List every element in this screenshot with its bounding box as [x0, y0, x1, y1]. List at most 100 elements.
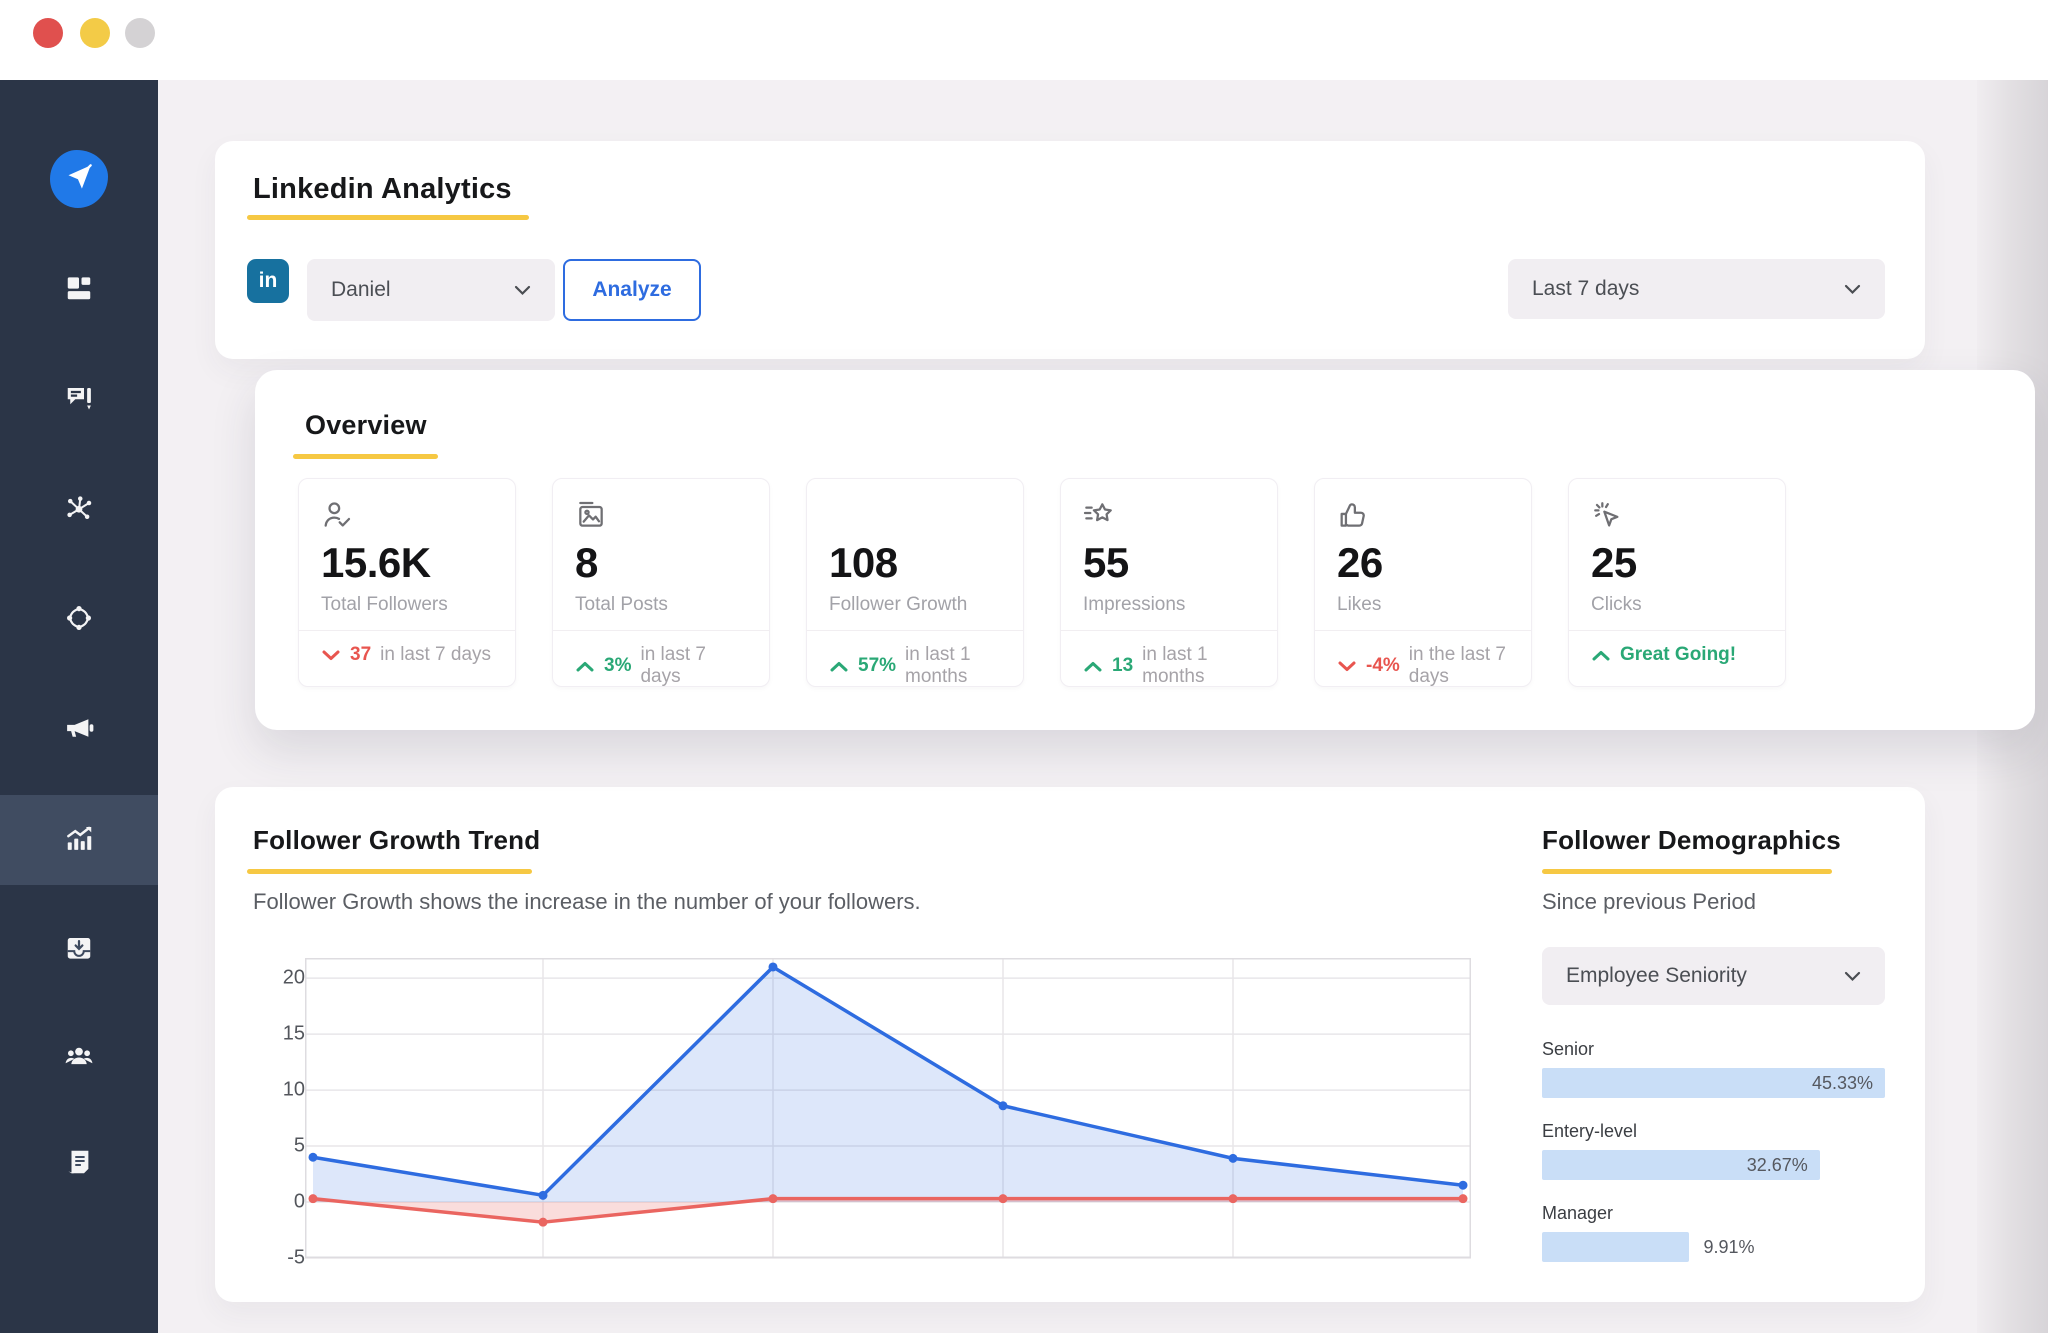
- stat-card-clicks[interactable]: 25 Clicks Great Going!: [1568, 478, 1786, 687]
- sidebar-item-team[interactable]: [0, 1026, 158, 1090]
- period-select-value: Last 7 days: [1532, 277, 1639, 301]
- linkedin-badge: in: [247, 259, 289, 303]
- dashboard-icon: [64, 273, 94, 308]
- demo-label: Senior: [1542, 1039, 1885, 1060]
- chevron-down-icon: [1844, 971, 1861, 982]
- delta-value: Great Going!: [1620, 644, 1736, 666]
- stat-card-total-followers[interactable]: 15.6K Total Followers 37 in last 7 days: [298, 478, 516, 687]
- demo-value: 32.67%: [1542, 1150, 1820, 1180]
- trend-arrow-icon: [1591, 649, 1611, 662]
- inbox-icon: [64, 933, 94, 968]
- stat-cards-row: 15.6K Total Followers 37 in last 7 days …: [298, 478, 1786, 687]
- seniority-select[interactable]: Employee Seniority: [1542, 947, 1885, 1005]
- delta-suffix: in the last 7 days: [1409, 644, 1509, 688]
- delta-suffix: in last 7 days: [640, 644, 747, 688]
- stat-delta: 37 in last 7 days: [321, 644, 493, 666]
- network-icon: [64, 493, 94, 528]
- delta-value: -4%: [1366, 655, 1400, 677]
- demo-bar: 9.91%: [1542, 1232, 1689, 1262]
- demo-value: 45.33%: [1542, 1068, 1885, 1098]
- close-window-button[interactable]: [33, 18, 63, 48]
- sidebar-item-connections[interactable]: [0, 478, 158, 542]
- analyze-button[interactable]: Analyze: [563, 259, 701, 321]
- header-card: Linkedin Analytics in Daniel Analyze Las…: [215, 141, 1925, 359]
- stat-label: Total Posts: [575, 594, 747, 616]
- divider: [1315, 630, 1531, 631]
- follower-growth-card: Follower Growth Trend Follower Growth sh…: [215, 787, 1925, 1302]
- stat-label: Follower Growth: [829, 594, 1001, 616]
- stat-card-impressions[interactable]: 55 Impressions 13 in last 1 months: [1060, 478, 1278, 687]
- demographics-title-underline: [1542, 869, 1832, 874]
- analytics-icon: [64, 823, 94, 858]
- stat-value: 55: [1083, 539, 1255, 587]
- demographics-section: Follower Demographics Since previous Per…: [1542, 787, 1885, 1302]
- trend-arrow-icon: [1083, 660, 1103, 673]
- cursor-click-icon: [1591, 499, 1623, 531]
- y-axis-tick: 15: [283, 1023, 305, 1046]
- follower-growth-chart[interactable]: [305, 958, 1471, 1258]
- no-icon: [829, 499, 861, 531]
- stat-label: Clicks: [1591, 594, 1763, 616]
- sidebar-item-posts[interactable]: [0, 368, 158, 432]
- stat-card-likes[interactable]: 26 Likes -4% in the last 7 days: [1314, 478, 1532, 687]
- demo-bar: 32.67%: [1542, 1150, 1820, 1180]
- delta-value: 37: [350, 644, 371, 666]
- y-axis-tick: 20: [283, 967, 305, 990]
- trend-title-underline: [247, 869, 532, 874]
- demo-bar-track: 9.91%: [1542, 1232, 1885, 1262]
- user-check-icon: [321, 499, 353, 531]
- shooting-star-icon: [1083, 499, 1115, 531]
- demographics-subtitle: Since previous Period: [1542, 889, 1756, 915]
- page-title-underline: [247, 215, 529, 220]
- trend-arrow-icon: [321, 649, 341, 662]
- stat-label: Likes: [1337, 594, 1509, 616]
- stat-card-total-posts[interactable]: 8 Total Posts 3% in last 7 days: [552, 478, 770, 687]
- delta-value: 13: [1112, 655, 1133, 677]
- stat-delta: 3% in last 7 days: [575, 644, 747, 688]
- trend-arrow-icon: [575, 660, 595, 673]
- sidebar-item-inbox[interactable]: [0, 918, 158, 982]
- period-select[interactable]: Last 7 days: [1508, 259, 1885, 319]
- paper-plane-icon: [65, 163, 93, 196]
- stat-label: Total Followers: [321, 594, 493, 616]
- demo-value: 9.91%: [1703, 1232, 1754, 1262]
- minimize-window-button[interactable]: [80, 18, 110, 48]
- delta-suffix: in last 1 months: [1142, 644, 1255, 688]
- stat-value: 26: [1337, 539, 1509, 587]
- divider: [807, 630, 1023, 631]
- sidebar-item-audience[interactable]: [0, 588, 158, 652]
- post-compose-icon: [64, 383, 94, 418]
- demo-bar: 45.33%: [1542, 1068, 1885, 1098]
- sidebar-item-reports[interactable]: [0, 1132, 158, 1196]
- y-axis-tick: 5: [294, 1135, 305, 1158]
- overview-title: Overview: [305, 410, 427, 441]
- divider: [1569, 630, 1785, 631]
- sidebar-item-dashboard[interactable]: [0, 258, 158, 322]
- stat-value: 108: [829, 539, 1001, 587]
- divider: [553, 630, 769, 631]
- chevron-down-icon: [514, 285, 531, 296]
- trend-title: Follower Growth Trend: [253, 825, 540, 856]
- demo-row-entry-level: Entery-level 32.67%: [1542, 1121, 1885, 1180]
- trend-arrow-icon: [1337, 660, 1357, 673]
- stat-value: 25: [1591, 539, 1763, 587]
- trend-subtitle: Follower Growth shows the increase in th…: [253, 889, 921, 915]
- chevron-down-icon: [1844, 284, 1861, 295]
- stat-value: 15.6K: [321, 539, 493, 587]
- account-select[interactable]: Daniel: [307, 259, 555, 321]
- zoom-window-button[interactable]: [125, 18, 155, 48]
- stat-card-follower-growth[interactable]: 108 Follower Growth 57% in last 1 months: [806, 478, 1024, 687]
- image-icon: [575, 499, 607, 531]
- stat-delta: Great Going!: [1591, 644, 1763, 666]
- sidebar-item-campaigns[interactable]: [0, 698, 158, 762]
- sidebar: [0, 80, 158, 1333]
- demo-label: Entery-level: [1542, 1121, 1885, 1142]
- delta-suffix: in last 7 days: [380, 644, 491, 666]
- divider: [1061, 630, 1277, 631]
- sidebar-item-logo[interactable]: [50, 150, 108, 208]
- window-titlebar: [0, 0, 2048, 80]
- overview-title-underline: [293, 454, 438, 459]
- sidebar-item-analytics[interactable]: [0, 808, 158, 872]
- demo-row-manager: Manager 9.91%: [1542, 1203, 1885, 1262]
- page-title: Linkedin Analytics: [253, 173, 512, 206]
